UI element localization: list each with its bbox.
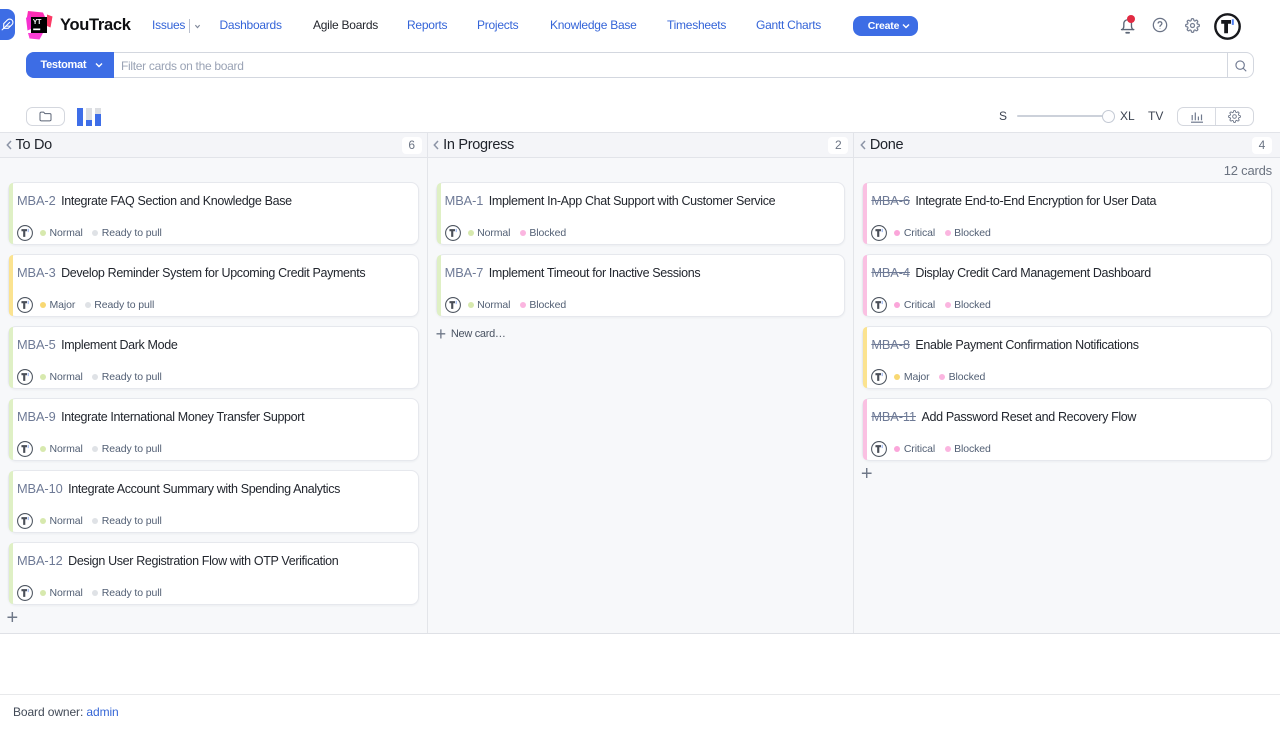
- svg-text:YT: YT: [33, 19, 42, 26]
